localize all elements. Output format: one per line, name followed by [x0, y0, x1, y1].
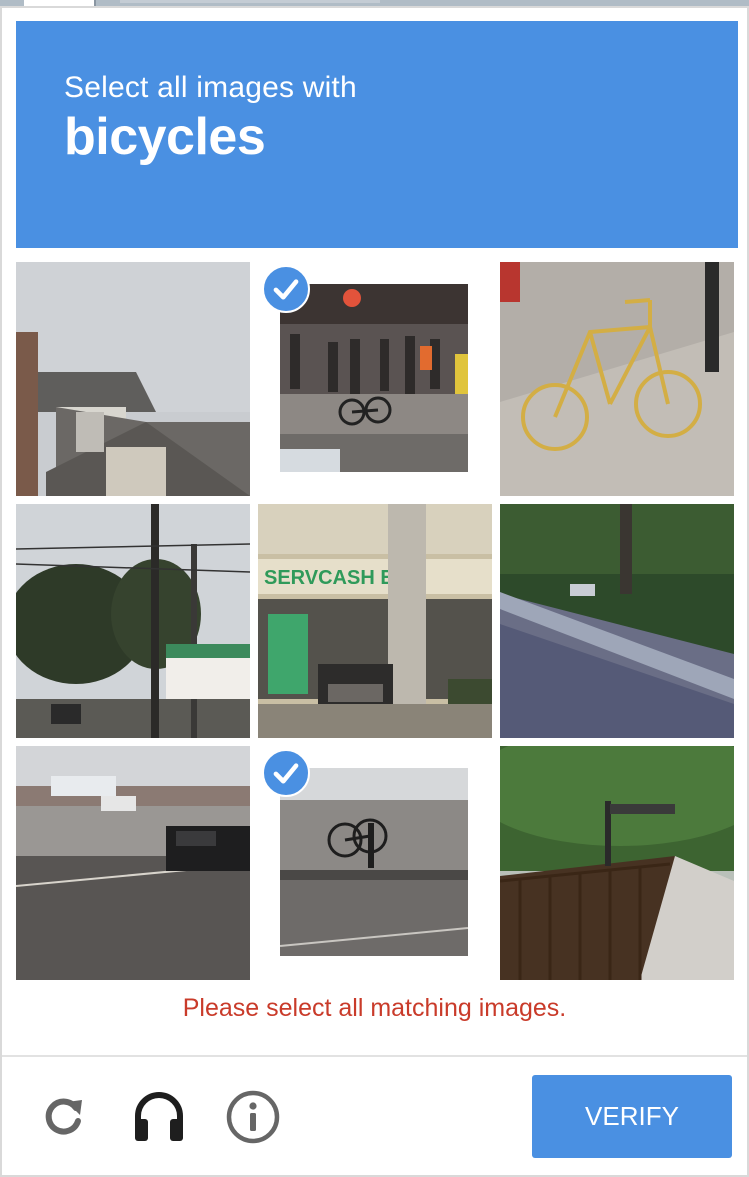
tile-image-highway-car [16, 746, 250, 980]
verify-button[interactable]: VERIFY [532, 1075, 732, 1158]
footer-divider [2, 1055, 747, 1057]
tile-image-house-roof [16, 262, 250, 496]
check-icon [262, 265, 310, 313]
captcha-tile-6[interactable] [500, 504, 734, 738]
headphones-icon[interactable] [130, 1088, 188, 1146]
captcha-tile-7[interactable] [16, 746, 250, 980]
captcha-tile-3[interactable] [500, 262, 734, 496]
captcha-tile-8[interactable] [258, 746, 492, 980]
svg-text:SERVCASH E: SERVCASH E [264, 567, 394, 589]
info-icon[interactable] [224, 1088, 282, 1146]
tile-image-street-crowd-bicycle [280, 284, 468, 472]
tile-image-road-guardrail [500, 504, 734, 738]
captcha-target-word: bicycles [64, 108, 266, 166]
tile-image-bicycle-rack-sculpture [500, 262, 734, 496]
captcha-tile-1[interactable] [16, 262, 250, 496]
check-icon [262, 749, 310, 797]
reload-icon[interactable] [34, 1088, 92, 1146]
tile-image-hillside-bridge-railing [500, 746, 734, 980]
captcha-tile-2[interactable] [258, 262, 492, 496]
error-message: Please select all matching images. [182, 994, 567, 1022]
captcha-prompt: Select all images with [64, 71, 357, 104]
captcha-tile-5[interactable]: SERVCASH E [258, 504, 492, 738]
tile-image-storefront-car: SERVCASH E [258, 504, 492, 738]
tile-image-trees-power-lines [16, 504, 250, 738]
top-strip-segment [120, 0, 380, 3]
captcha-tile-4[interactable] [16, 504, 250, 738]
captcha-header: Select all images with bicycles [16, 21, 738, 248]
captcha-tile-9[interactable] [500, 746, 734, 980]
tile-image-parked-bicycle [280, 768, 468, 956]
